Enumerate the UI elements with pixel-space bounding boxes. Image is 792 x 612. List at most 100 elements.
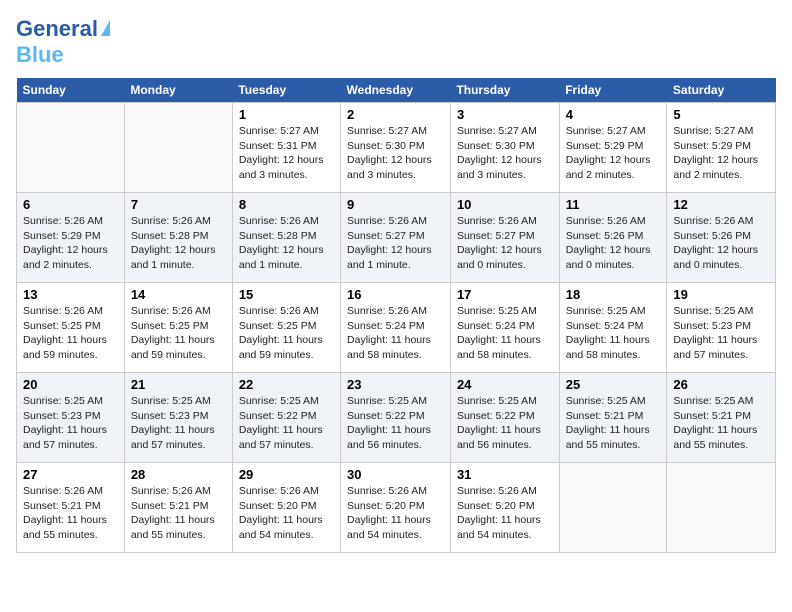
day-info: Sunrise: 5:25 AM Sunset: 5:21 PM Dayligh… [673, 394, 769, 453]
day-number: 2 [347, 107, 444, 122]
day-info: Sunrise: 5:26 AM Sunset: 5:20 PM Dayligh… [457, 484, 553, 543]
calendar-cell: 28 Sunrise: 5:26 AM Sunset: 5:21 PM Dayli… [124, 463, 232, 553]
calendar-week-row: 1Sunrise: 5:27 AM Sunset: 5:31 PM Daylig… [17, 103, 776, 193]
day-info: Sunrise: 5:26 AM Sunset: 5:25 PM Dayligh… [131, 304, 226, 363]
day-number: 21 [131, 377, 226, 392]
calendar-cell: 26 Sunrise: 5:25 AM Sunset: 5:21 PM Dayli… [667, 373, 776, 463]
day-info: Sunrise: 5:27 AM Sunset: 5:30 PM Dayligh… [457, 124, 553, 183]
day-info: Sunrise: 5:26 AM Sunset: 5:21 PM Dayligh… [23, 484, 118, 543]
calendar-cell: 8 Sunrise: 5:26 AM Sunset: 5:28 PM Daylig… [232, 193, 340, 283]
calendar-week-row: 13 Sunrise: 5:26 AM Sunset: 5:25 PM Dayli… [17, 283, 776, 373]
day-info: Sunrise: 5:25 AM Sunset: 5:24 PM Dayligh… [457, 304, 553, 363]
day-info: Sunrise: 5:26 AM Sunset: 5:24 PM Dayligh… [347, 304, 444, 363]
day-info: Sunrise: 5:25 AM Sunset: 5:23 PM Dayligh… [23, 394, 118, 453]
day-info: Sunrise: 5:26 AM Sunset: 5:20 PM Dayligh… [347, 484, 444, 543]
calendar-cell: 4Sunrise: 5:27 AM Sunset: 5:29 PM Daylig… [559, 103, 667, 193]
calendar-cell: 17Sunrise: 5:25 AM Sunset: 5:24 PM Dayli… [450, 283, 559, 373]
calendar-cell: 11 Sunrise: 5:26 AM Sunset: 5:26 PM Dayli… [559, 193, 667, 283]
day-info: Sunrise: 5:26 AM Sunset: 5:25 PM Dayligh… [23, 304, 118, 363]
day-info: Sunrise: 5:26 AM Sunset: 5:20 PM Dayligh… [239, 484, 334, 543]
day-info: Sunrise: 5:25 AM Sunset: 5:21 PM Dayligh… [566, 394, 661, 453]
day-number: 28 [131, 467, 226, 482]
weekday-header: Tuesday [232, 78, 340, 103]
day-number: 31 [457, 467, 553, 482]
weekday-header: Saturday [667, 78, 776, 103]
day-number: 30 [347, 467, 444, 482]
day-number: 14 [131, 287, 226, 302]
calendar-cell [124, 103, 232, 193]
day-info: Sunrise: 5:27 AM Sunset: 5:29 PM Dayligh… [673, 124, 769, 183]
day-number: 6 [23, 197, 118, 212]
day-number: 24 [457, 377, 553, 392]
day-info: Sunrise: 5:26 AM Sunset: 5:29 PM Dayligh… [23, 214, 118, 273]
day-number: 11 [566, 197, 661, 212]
day-info: Sunrise: 5:26 AM Sunset: 5:26 PM Dayligh… [566, 214, 661, 273]
day-info: Sunrise: 5:27 AM Sunset: 5:29 PM Dayligh… [566, 124, 661, 183]
day-info: Sunrise: 5:25 AM Sunset: 5:22 PM Dayligh… [239, 394, 334, 453]
calendar-cell: 20 Sunrise: 5:25 AM Sunset: 5:23 PM Dayli… [17, 373, 125, 463]
day-number: 10 [457, 197, 553, 212]
calendar-cell: 23 Sunrise: 5:25 AM Sunset: 5:22 PM Dayli… [341, 373, 451, 463]
day-info: Sunrise: 5:26 AM Sunset: 5:28 PM Dayligh… [131, 214, 226, 273]
day-info: Sunrise: 5:26 AM Sunset: 5:27 PM Dayligh… [347, 214, 444, 273]
calendar-cell: 12Sunrise: 5:26 AM Sunset: 5:26 PM Dayli… [667, 193, 776, 283]
calendar-cell: 2 Sunrise: 5:27 AM Sunset: 5:30 PM Daylig… [341, 103, 451, 193]
day-info: Sunrise: 5:26 AM Sunset: 5:28 PM Dayligh… [239, 214, 334, 273]
calendar-cell: 5 Sunrise: 5:27 AM Sunset: 5:29 PM Daylig… [667, 103, 776, 193]
calendar-cell: 24 Sunrise: 5:25 AM Sunset: 5:22 PM Dayli… [450, 373, 559, 463]
day-number: 13 [23, 287, 118, 302]
calendar-cell: 30 Sunrise: 5:26 AM Sunset: 5:20 PM Dayli… [341, 463, 451, 553]
day-number: 15 [239, 287, 334, 302]
day-number: 29 [239, 467, 334, 482]
day-number: 25 [566, 377, 661, 392]
calendar-cell: 7 Sunrise: 5:26 AM Sunset: 5:28 PM Daylig… [124, 193, 232, 283]
calendar-cell: 15Sunrise: 5:26 AM Sunset: 5:25 PM Dayli… [232, 283, 340, 373]
calendar-cell: 31 Sunrise: 5:26 AM Sunset: 5:20 PM Dayli… [450, 463, 559, 553]
day-number: 23 [347, 377, 444, 392]
calendar-cell: 6 Sunrise: 5:26 AM Sunset: 5:29 PM Daylig… [17, 193, 125, 283]
calendar-table: SundayMondayTuesdayWednesdayThursdayFrid… [16, 78, 776, 553]
calendar-cell: 25 Sunrise: 5:25 AM Sunset: 5:21 PM Dayli… [559, 373, 667, 463]
weekday-header: Sunday [17, 78, 125, 103]
weekday-header: Friday [559, 78, 667, 103]
weekday-header: Monday [124, 78, 232, 103]
day-number: 7 [131, 197, 226, 212]
calendar-header-row: SundayMondayTuesdayWednesdayThursdayFrid… [17, 78, 776, 103]
calendar-cell: 18Sunrise: 5:25 AM Sunset: 5:24 PM Dayli… [559, 283, 667, 373]
day-info: Sunrise: 5:25 AM Sunset: 5:23 PM Dayligh… [131, 394, 226, 453]
day-info: Sunrise: 5:26 AM Sunset: 5:26 PM Dayligh… [673, 214, 769, 273]
weekday-header: Thursday [450, 78, 559, 103]
calendar-cell: 22 Sunrise: 5:25 AM Sunset: 5:22 PM Dayli… [232, 373, 340, 463]
calendar-cell: 1Sunrise: 5:27 AM Sunset: 5:31 PM Daylig… [232, 103, 340, 193]
day-number: 19 [673, 287, 769, 302]
weekday-header: Wednesday [341, 78, 451, 103]
day-info: Sunrise: 5:25 AM Sunset: 5:22 PM Dayligh… [457, 394, 553, 453]
calendar-week-row: 6 Sunrise: 5:26 AM Sunset: 5:29 PM Daylig… [17, 193, 776, 283]
calendar-cell [667, 463, 776, 553]
day-info: Sunrise: 5:27 AM Sunset: 5:30 PM Dayligh… [347, 124, 444, 183]
day-number: 3 [457, 107, 553, 122]
day-number: 9 [347, 197, 444, 212]
day-number: 8 [239, 197, 334, 212]
day-number: 1 [239, 107, 334, 122]
calendar-cell: 10Sunrise: 5:26 AM Sunset: 5:27 PM Dayli… [450, 193, 559, 283]
day-number: 5 [673, 107, 769, 122]
day-number: 20 [23, 377, 118, 392]
calendar-cell: 16Sunrise: 5:26 AM Sunset: 5:24 PM Dayli… [341, 283, 451, 373]
calendar-cell: 3 Sunrise: 5:27 AM Sunset: 5:30 PM Daylig… [450, 103, 559, 193]
calendar-cell: 19Sunrise: 5:25 AM Sunset: 5:23 PM Dayli… [667, 283, 776, 373]
calendar-cell: 21 Sunrise: 5:25 AM Sunset: 5:23 PM Dayli… [124, 373, 232, 463]
logo: General Blue [16, 16, 110, 68]
calendar-cell: 14 Sunrise: 5:26 AM Sunset: 5:25 PM Dayli… [124, 283, 232, 373]
day-info: Sunrise: 5:26 AM Sunset: 5:21 PM Dayligh… [131, 484, 226, 543]
page-header: General Blue [16, 16, 776, 68]
day-number: 26 [673, 377, 769, 392]
calendar-cell: 27 Sunrise: 5:26 AM Sunset: 5:21 PM Dayli… [17, 463, 125, 553]
calendar-cell: 13 Sunrise: 5:26 AM Sunset: 5:25 PM Dayli… [17, 283, 125, 373]
day-number: 27 [23, 467, 118, 482]
calendar-cell: 29 Sunrise: 5:26 AM Sunset: 5:20 PM Dayli… [232, 463, 340, 553]
day-info: Sunrise: 5:25 AM Sunset: 5:22 PM Dayligh… [347, 394, 444, 453]
calendar-cell: 9 Sunrise: 5:26 AM Sunset: 5:27 PM Daylig… [341, 193, 451, 283]
day-number: 22 [239, 377, 334, 392]
day-info: Sunrise: 5:25 AM Sunset: 5:24 PM Dayligh… [566, 304, 661, 363]
